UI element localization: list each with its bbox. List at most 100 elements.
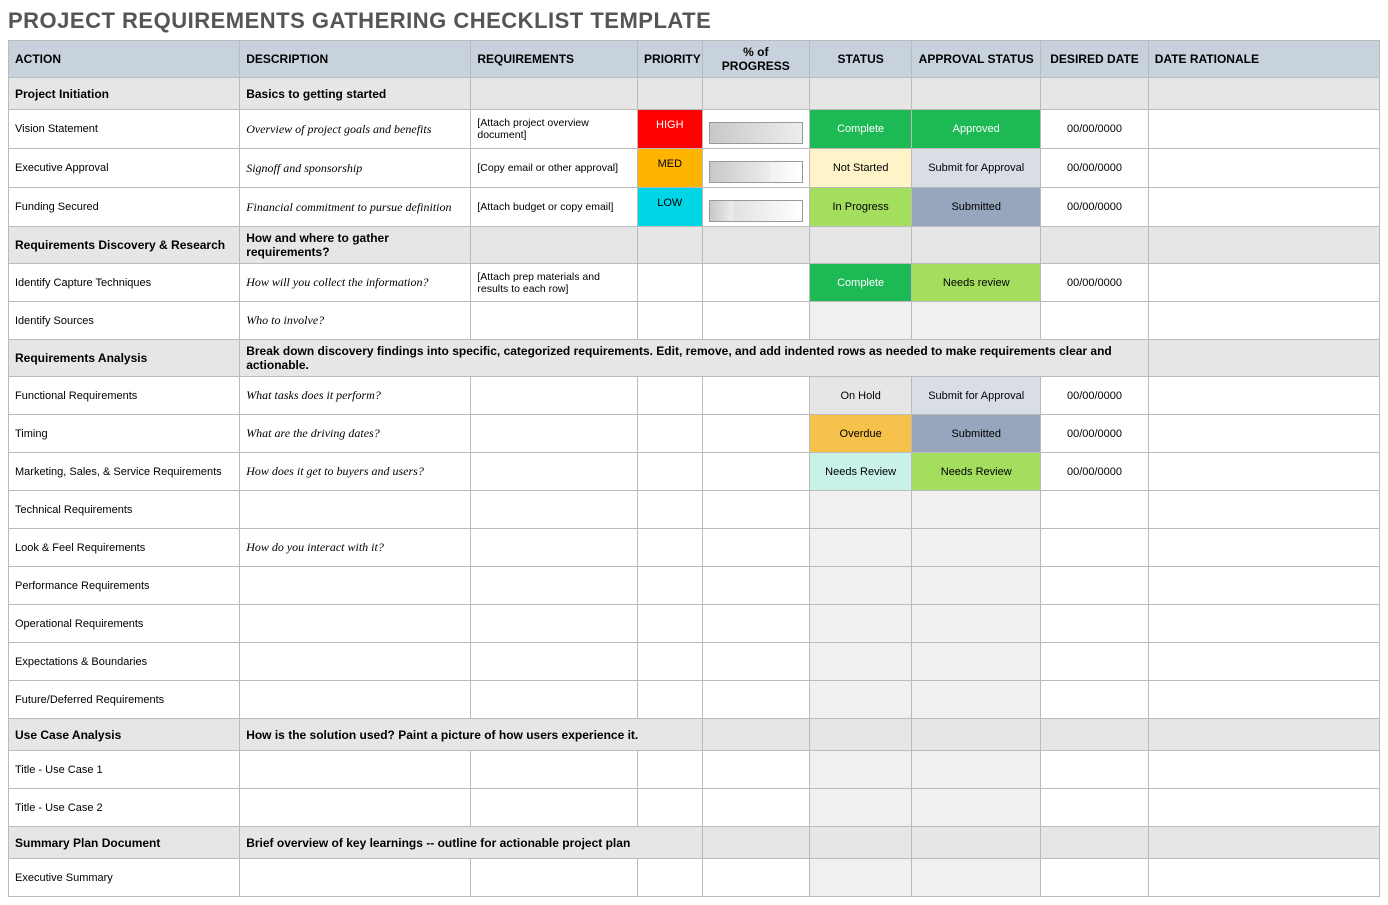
cell-desc[interactable] (240, 751, 471, 789)
cell-req[interactable] (471, 529, 638, 567)
cell-desc[interactable]: What tasks does it perform? (240, 377, 471, 415)
cell-req[interactable] (471, 681, 638, 719)
cell-req[interactable] (471, 789, 638, 827)
cell-rationale[interactable] (1148, 567, 1379, 605)
cell-approval[interactable] (912, 751, 1041, 789)
cell-action[interactable]: Identify Capture Techniques (9, 264, 240, 302)
cell-priority[interactable]: MED (638, 149, 703, 188)
cell-action[interactable]: Future/Deferred Requirements (9, 681, 240, 719)
cell-progress[interactable] (702, 605, 810, 643)
cell-desc[interactable]: Who to involve? (240, 302, 471, 340)
cell-status[interactable] (810, 751, 912, 789)
cell-date[interactable]: 00/00/0000 (1041, 188, 1149, 227)
cell-req[interactable]: [Attach project overview document] (471, 110, 638, 149)
cell-status[interactable] (810, 529, 912, 567)
cell-status[interactable] (810, 859, 912, 897)
cell-priority[interactable] (638, 491, 703, 529)
cell-rationale[interactable] (1148, 415, 1379, 453)
cell-priority[interactable] (638, 859, 703, 897)
cell-progress[interactable] (702, 415, 810, 453)
cell-date[interactable]: 00/00/0000 (1041, 149, 1149, 188)
cell-date[interactable] (1041, 681, 1149, 719)
cell-action[interactable]: Funding Secured (9, 188, 240, 227)
cell-rationale[interactable] (1148, 188, 1379, 227)
cell-action[interactable]: Expectations & Boundaries (9, 643, 240, 681)
cell-desc[interactable]: How does it get to buyers and users? (240, 453, 471, 491)
cell-status[interactable]: Not Started (810, 149, 912, 188)
cell-date[interactable]: 00/00/0000 (1041, 415, 1149, 453)
cell-req[interactable] (471, 751, 638, 789)
cell-rationale[interactable] (1148, 605, 1379, 643)
cell-approval[interactable] (912, 681, 1041, 719)
cell-status[interactable]: On Hold (810, 377, 912, 415)
cell-status[interactable] (810, 491, 912, 529)
cell-progress[interactable]: 25% (702, 188, 810, 227)
cell-action[interactable]: Title - Use Case 1 (9, 751, 240, 789)
cell-priority[interactable] (638, 453, 703, 491)
cell-req[interactable] (471, 567, 638, 605)
cell-rationale[interactable] (1148, 302, 1379, 340)
cell-approval[interactable] (912, 859, 1041, 897)
cell-req[interactable] (471, 643, 638, 681)
cell-approval[interactable]: Needs Review (912, 453, 1041, 491)
cell-desc[interactable] (240, 491, 471, 529)
cell-desc[interactable] (240, 859, 471, 897)
cell-action[interactable]: Look & Feel Requirements (9, 529, 240, 567)
cell-priority[interactable] (638, 377, 703, 415)
cell-req[interactable] (471, 859, 638, 897)
cell-progress[interactable] (702, 681, 810, 719)
cell-date[interactable] (1041, 643, 1149, 681)
cell-desc[interactable]: What are the driving dates? (240, 415, 471, 453)
cell-req[interactable] (471, 605, 638, 643)
cell-status[interactable] (810, 643, 912, 681)
cell-date[interactable]: 00/00/0000 (1041, 264, 1149, 302)
cell-date[interactable] (1041, 605, 1149, 643)
cell-status[interactable]: Needs Review (810, 453, 912, 491)
cell-progress[interactable] (702, 859, 810, 897)
cell-rationale[interactable] (1148, 529, 1379, 567)
cell-action[interactable]: Identify Sources (9, 302, 240, 340)
cell-desc[interactable] (240, 643, 471, 681)
cell-status[interactable]: In Progress (810, 188, 912, 227)
cell-req[interactable] (471, 415, 638, 453)
cell-date[interactable]: 00/00/0000 (1041, 453, 1149, 491)
cell-rationale[interactable] (1148, 789, 1379, 827)
cell-priority[interactable] (638, 605, 703, 643)
cell-date[interactable] (1041, 859, 1149, 897)
cell-approval[interactable]: Submit for Approval (912, 149, 1041, 188)
cell-desc[interactable] (240, 605, 471, 643)
cell-rationale[interactable] (1148, 643, 1379, 681)
cell-progress[interactable] (702, 567, 810, 605)
cell-priority[interactable] (638, 789, 703, 827)
cell-status[interactable] (810, 605, 912, 643)
cell-req[interactable] (471, 377, 638, 415)
cell-req[interactable]: [Copy email or other approval] (471, 149, 638, 188)
cell-rationale[interactable] (1148, 859, 1379, 897)
cell-progress[interactable] (702, 643, 810, 681)
cell-status[interactable] (810, 302, 912, 340)
cell-progress[interactable] (702, 789, 810, 827)
cell-date[interactable] (1041, 491, 1149, 529)
cell-desc[interactable]: Overview of project goals and benefits (240, 110, 471, 149)
cell-action[interactable]: Timing (9, 415, 240, 453)
cell-action[interactable]: Executive Approval (9, 149, 240, 188)
cell-date[interactable] (1041, 789, 1149, 827)
cell-approval[interactable] (912, 567, 1041, 605)
cell-rationale[interactable] (1148, 453, 1379, 491)
cell-approval[interactable]: Submitted (912, 415, 1041, 453)
cell-rationale[interactable] (1148, 491, 1379, 529)
cell-approval[interactable] (912, 529, 1041, 567)
cell-progress[interactable] (702, 453, 810, 491)
cell-priority[interactable] (638, 529, 703, 567)
cell-req[interactable]: [Attach budget or copy email] (471, 188, 638, 227)
cell-rationale[interactable] (1148, 264, 1379, 302)
cell-desc[interactable]: How will you collect the information? (240, 264, 471, 302)
cell-progress[interactable]: 100% (702, 110, 810, 149)
cell-approval[interactable] (912, 789, 1041, 827)
cell-priority[interactable] (638, 264, 703, 302)
cell-req[interactable] (471, 491, 638, 529)
cell-approval[interactable] (912, 643, 1041, 681)
cell-date[interactable]: 00/00/0000 (1041, 110, 1149, 149)
cell-desc[interactable]: Financial commitment to pursue definitio… (240, 188, 471, 227)
cell-priority[interactable] (638, 751, 703, 789)
